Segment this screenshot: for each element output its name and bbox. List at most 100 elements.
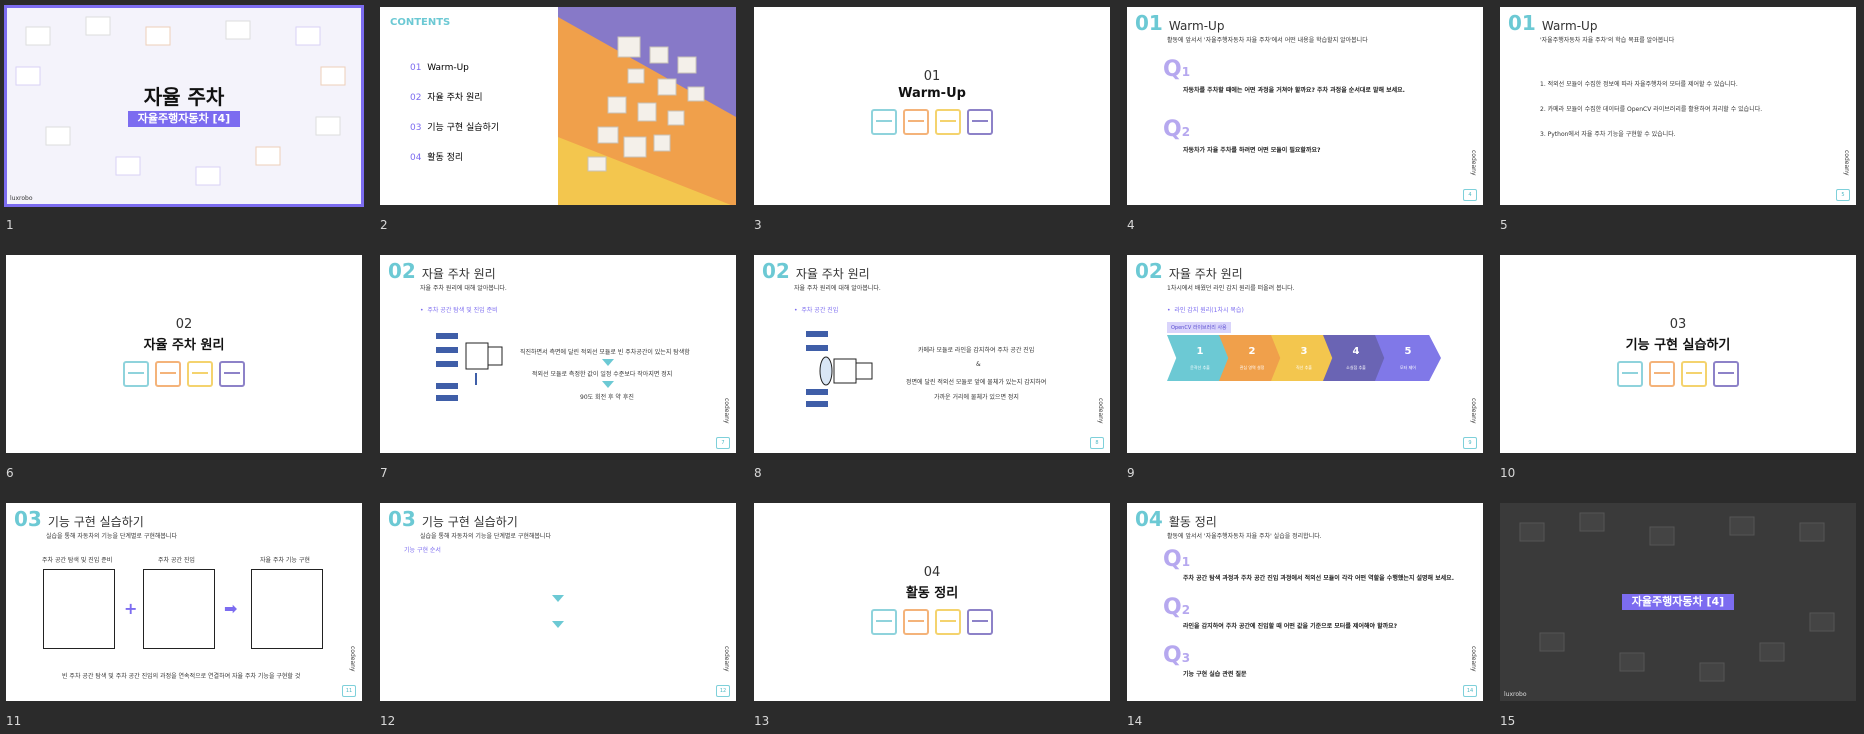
down-arrow-icon bbox=[552, 595, 564, 602]
codeany-logo: codeany bbox=[723, 397, 730, 424]
down-arrow-icon bbox=[602, 359, 614, 366]
luxrobo-logo: luxrobo bbox=[1504, 691, 1527, 698]
contents-photo bbox=[558, 7, 736, 205]
yellow-cube-icon bbox=[1681, 361, 1707, 387]
bullet-heading: • 라인 감지 원리(1차시 복습) bbox=[1167, 307, 1244, 314]
slide-number: 15 bbox=[1500, 714, 1516, 728]
slide-number: 14 bbox=[1127, 714, 1143, 728]
slide-subtitle: 실습을 통해 자동차의 기능을 단계별로 구현해봅니다 bbox=[46, 533, 177, 540]
slide-subtitle: 활동에 앞서서 '자율주행자동차 자율 주차' 실습을 정리합니다. bbox=[1167, 533, 1322, 540]
section-heading: 04 활동 정리 bbox=[754, 565, 1110, 635]
slide-thumb-9[interactable]: 02 자율 주차 원리 1차시에서 배웠던 라인 감지 원리를 떠올려 봅니다.… bbox=[1127, 255, 1483, 480]
goal-item: 1. 적외선 모듈이 수집한 정보에 따라 자율주행차의 모터를 제어할 수 있… bbox=[1540, 81, 1738, 88]
slide-canvas: 02 자율 주차 원리 자율 주차 원리에 대해 알아봅니다. • 주차 공간 … bbox=[380, 255, 736, 453]
codeany-logo: codeany bbox=[1470, 645, 1477, 672]
slide-thumb-4[interactable]: 01 Warm-Up 활동에 앞서서 '자율주행자동차 자율 주차'에서 어떤 … bbox=[1127, 7, 1483, 232]
slide-thumb-15[interactable]: 자율주행자동차 [4] luxrobo 15 bbox=[1500, 503, 1856, 728]
slide-canvas: 03 기능 구현 실습하기 실습을 통해 자동차의 기능을 단계별로 구현해봅니… bbox=[6, 503, 362, 701]
down-arrow-icon bbox=[552, 621, 564, 628]
slide-canvas: 01 Warm-Up bbox=[754, 7, 1110, 205]
slide-title: 자율 주차 원리 bbox=[421, 267, 496, 281]
slide-subtitle: 1차시에서 배웠던 라인 감지 원리를 떠올려 봅니다. bbox=[1167, 285, 1295, 292]
slide-title: 자율 주차 원리 bbox=[1168, 267, 1243, 281]
slide-canvas: 02 자율 주차 원리 자율 주차 원리에 대해 알아봅니다. • 주차 공간 … bbox=[754, 255, 1110, 453]
contents-label: CONTENTS bbox=[390, 17, 451, 28]
cube-icons bbox=[754, 109, 1110, 135]
goal-item: 3. Python에서 자율 주차 기능을 구현할 수 있습니다. bbox=[1540, 131, 1676, 138]
slide-thumb-14[interactable]: 04 활동 정리 활동에 앞서서 '자율주행자동차 자율 주차' 실습을 정리합… bbox=[1127, 503, 1483, 728]
slide-number: 11 bbox=[6, 714, 22, 728]
teal-cube-icon bbox=[871, 609, 897, 635]
purple-cube-icon bbox=[219, 361, 245, 387]
slide-title: Warm-Up bbox=[1168, 19, 1225, 33]
orange-cube-icon bbox=[155, 361, 181, 387]
slide-header: 01 Warm-Up bbox=[1508, 11, 1597, 35]
column-label: 주차 공간 진입 bbox=[158, 557, 195, 564]
slide-thumb-6[interactable]: 02 자율 주차 원리 6 bbox=[6, 255, 362, 480]
q1-label: Q1 bbox=[1163, 547, 1191, 572]
slide-header: 01 Warm-Up bbox=[1135, 11, 1224, 35]
slide-thumb-5[interactable]: 01 Warm-Up '자율주행자동차 자율 주차'의 학습 목표를 알아봅니다… bbox=[1500, 7, 1856, 232]
step-text: 90도 회전 후 약 후진 bbox=[580, 394, 634, 401]
step-arrow: 5 모터 제어 bbox=[1375, 335, 1441, 381]
slide-thumb-13[interactable]: 04 활동 정리 13 bbox=[754, 503, 1110, 728]
section-title: 활동 정리 bbox=[905, 586, 959, 601]
slide-number: 5 bbox=[1500, 218, 1508, 232]
section-number: 01 bbox=[923, 69, 941, 84]
slide-title: 기능 구현 실습하기 bbox=[47, 515, 144, 529]
slide-subtitle: 실습을 통해 자동차의 기능을 단계별로 구현해봅니다 bbox=[420, 533, 551, 540]
page-badge: 9 bbox=[1463, 437, 1477, 449]
slide-header: 03 기능 구현 실습하기 bbox=[14, 507, 144, 531]
slide-canvas: 03 기능 구현 실습하기 실습을 통해 자동차의 기능을 단계별로 구현해봅니… bbox=[380, 503, 736, 701]
slide-thumb-8[interactable]: 02 자율 주차 원리 자율 주차 원리에 대해 알아봅니다. • 주차 공간 … bbox=[754, 255, 1110, 480]
page-badge: 8 bbox=[1090, 437, 1104, 449]
slide-canvas: 01 Warm-Up '자율주행자동차 자율 주차'의 학습 목표를 알아봅니다… bbox=[1500, 7, 1856, 205]
slide-subtitle: 활동에 앞서서 '자율주행자동차 자율 주차'에서 어떤 내용을 학습할지 알아… bbox=[1167, 37, 1368, 44]
slide-thumb-1[interactable]: 자율 주차 자율주행자동차 [4] luxrobo 1 bbox=[4, 5, 364, 232]
q1-label: Q1 bbox=[1163, 57, 1191, 82]
step-text: 가까운 거리에 물체가 있으면 정지 bbox=[934, 394, 1019, 401]
slide-thumb-10[interactable]: 03 기능 구현 실습하기 10 bbox=[1500, 255, 1856, 480]
slide-number: 9 bbox=[1127, 466, 1135, 480]
slide-thumb-12[interactable]: 03 기능 구현 실습하기 실습을 통해 자동차의 기능을 단계별로 구현해봅니… bbox=[380, 503, 736, 728]
teal-cube-icon bbox=[871, 109, 897, 135]
slide-number: 13 bbox=[754, 714, 770, 728]
slide-thumb-2[interactable]: CONTENTS 01 Warm-Up 02 자율 주차 원리 03 기능 구현… bbox=[380, 7, 736, 232]
slide-thumb-3[interactable]: 01 Warm-Up 3 bbox=[754, 7, 1110, 232]
section-heading: 02 자율 주차 원리 bbox=[6, 317, 362, 387]
slide-thumb-11[interactable]: 03 기능 구현 실습하기 실습을 통해 자동차의 기능을 단계별로 구현해봅니… bbox=[6, 503, 362, 728]
slide-subtitle-badge: 자율주행자동차 [4] bbox=[1622, 594, 1734, 610]
slide-canvas: 04 활동 정리 bbox=[754, 503, 1110, 701]
parking-diagram bbox=[436, 333, 503, 401]
section-number: 01 bbox=[1135, 11, 1163, 35]
contents-item: 03 기능 구현 실습하기 bbox=[410, 123, 500, 133]
slide-header: 02 자율 주차 원리 bbox=[762, 259, 870, 283]
bullet-heading: • 주차 공간 진입 bbox=[794, 307, 839, 314]
section-number: 02 bbox=[175, 317, 193, 332]
codeany-logo: codeany bbox=[349, 645, 356, 672]
slide-canvas: 04 활동 정리 활동에 앞서서 '자율주행자동차 자율 주차' 실습을 정리합… bbox=[1127, 503, 1483, 701]
q3-label: Q3 bbox=[1163, 643, 1191, 668]
slide-header: 02 자율 주차 원리 bbox=[388, 259, 496, 283]
slide-header: 03 기능 구현 실습하기 bbox=[388, 507, 518, 531]
cube-icons bbox=[6, 361, 362, 387]
codeany-logo: codeany bbox=[1470, 149, 1477, 176]
slide-number: 4 bbox=[1127, 218, 1135, 232]
slide-title: 활동 정리 bbox=[1168, 515, 1217, 529]
q2-label: Q2 bbox=[1163, 595, 1191, 620]
orange-cube-icon bbox=[903, 109, 929, 135]
section-number: 04 bbox=[1135, 507, 1163, 531]
purple-cube-icon bbox=[967, 109, 993, 135]
slide-number: 12 bbox=[380, 714, 396, 728]
slide-thumb-7[interactable]: 02 자율 주차 원리 자율 주차 원리에 대해 알아봅니다. • 주차 공간 … bbox=[380, 255, 736, 480]
section-title: Warm-Up bbox=[898, 86, 966, 101]
step-text: 정면에 달린 적외선 모듈로 앞에 물체가 있는지 감지하여 bbox=[906, 379, 1047, 386]
orange-cube-icon bbox=[1649, 361, 1675, 387]
question-text: 라인을 감지하여 주차 공간에 진입할 때 어떤 값을 기준으로 모터를 제어해… bbox=[1183, 623, 1398, 630]
column-label: 주차 공간 탐색 및 진입 준비 bbox=[42, 557, 113, 564]
slide-title: 자율 주차 원리 bbox=[795, 267, 870, 281]
codeany-logo: codeany bbox=[1843, 149, 1850, 176]
right-arrow-icon: ➡ bbox=[224, 599, 238, 618]
slide-canvas: 자율 주차 자율주행자동차 [4] luxrobo bbox=[4, 5, 364, 207]
contents-list: 01 Warm-Up 02 자율 주차 원리 03 기능 구현 실습하기 04 … bbox=[410, 53, 499, 173]
